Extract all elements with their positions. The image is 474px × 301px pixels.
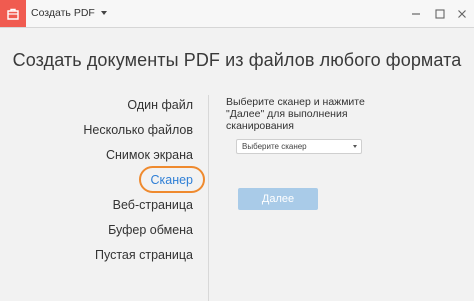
scanner-instructions: Выберите сканер и нажмите "Далее" для вы… [226,96,365,132]
app-icon [0,0,26,27]
sidebar-item-single-file[interactable]: Один файл [83,96,193,121]
chevron-down-icon [353,145,357,148]
title-bar: Создать PDF [0,0,474,28]
page-title: Создать документы PDF из файлов любого ф… [12,50,462,70]
sidebar-item-scanner[interactable]: Сканер [83,171,193,196]
sidebar-item-blank-page[interactable]: Пустая страница [83,246,193,271]
next-button[interactable]: Далее [238,188,318,210]
sidebar-nav: Один файл Несколько файлов Снимок экрана… [83,96,193,271]
maximize-icon[interactable] [434,8,446,20]
pdf-app-icon [7,8,19,20]
sidebar-item-web-page[interactable]: Веб-страница [83,196,193,221]
minimize-icon[interactable] [410,8,422,20]
sidebar-item-screenshot[interactable]: Снимок экрана [83,146,193,171]
sidebar-item-multiple-files[interactable]: Несколько файлов [83,121,193,146]
title-menu[interactable]: Создать PDF [31,7,107,19]
scanner-select[interactable]: Выберите сканер [236,139,362,154]
close-icon[interactable] [456,8,468,20]
sidebar-item-clipboard[interactable]: Буфер обмена [83,221,193,246]
scanner-select-value: Выберите сканер [242,142,307,151]
vertical-divider [208,95,209,301]
window-title: Создать PDF [31,7,95,19]
chevron-down-icon [100,11,107,15]
